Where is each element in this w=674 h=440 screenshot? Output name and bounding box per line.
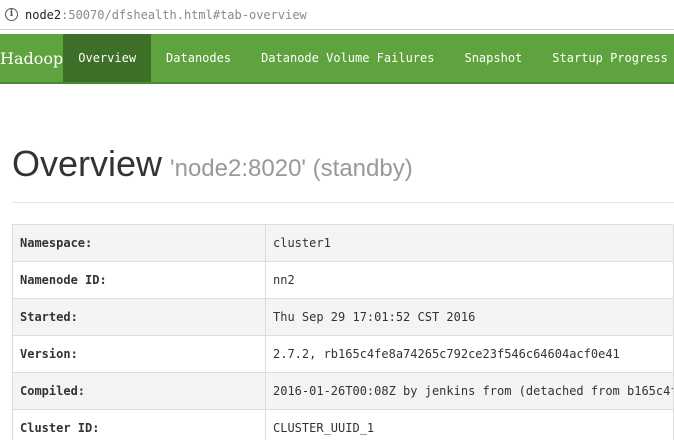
table-row: Namenode ID: nn2 bbox=[12, 261, 674, 299]
nav-snapshot[interactable]: Snapshot bbox=[449, 34, 537, 82]
row-value-version: 2.7.2, rb165c4fe8a74265c792ce23f546c6460… bbox=[265, 335, 674, 373]
row-key-version: Version: bbox=[12, 335, 266, 373]
url-host: node2 bbox=[25, 7, 62, 22]
row-key-namespace: Namespace: bbox=[12, 224, 266, 262]
table-row: Compiled: 2016-01-26T00:08Z by jenkins f… bbox=[12, 372, 674, 410]
row-value-started: Thu Sep 29 17:01:52 CST 2016 bbox=[265, 298, 674, 336]
info-icon[interactable]: i bbox=[5, 8, 18, 21]
page-header: Overview 'node2:8020' (standby) bbox=[12, 143, 674, 203]
row-value-namespace: cluster1 bbox=[265, 224, 674, 262]
row-value-cluster-id: CLUSTER_UUID_1 bbox=[265, 409, 674, 440]
nav-startup-progress[interactable]: Startup Progress bbox=[537, 34, 674, 82]
nav-datanode-volume-failures[interactable]: Datanode Volume Failures bbox=[246, 34, 449, 82]
table-row: Started: Thu Sep 29 17:01:52 CST 2016 bbox=[12, 298, 674, 336]
top-navbar: Hadoop Overview Datanodes Datanode Volum… bbox=[0, 34, 674, 84]
row-value-namenode-id: nn2 bbox=[265, 261, 674, 299]
overview-table: Namespace: cluster1 Namenode ID: nn2 Sta… bbox=[12, 224, 674, 440]
row-key-cluster-id: Cluster ID: bbox=[12, 409, 266, 440]
nav-overview[interactable]: Overview bbox=[63, 34, 152, 82]
brand-link[interactable]: Hadoop bbox=[0, 34, 63, 82]
table-row: Version: 2.7.2, rb165c4fe8a74265c792ce23… bbox=[12, 335, 674, 373]
row-value-compiled: 2016-01-26T00:08Z by jenkins from (detac… bbox=[265, 372, 674, 410]
page-subtitle: 'node2:8020' (standby) bbox=[170, 155, 413, 182]
page-title: Overview bbox=[12, 143, 163, 184]
row-key-started: Started: bbox=[12, 298, 266, 336]
row-key-namenode-id: Namenode ID: bbox=[12, 261, 266, 299]
table-row: Cluster ID: CLUSTER_UUID_1 bbox=[12, 409, 674, 440]
table-row: Namespace: cluster1 bbox=[12, 224, 674, 262]
nav-datanodes[interactable]: Datanodes bbox=[151, 34, 246, 82]
url-path: :50070/dfshealth.html#tab-overview bbox=[61, 7, 307, 22]
row-key-compiled: Compiled: bbox=[12, 372, 266, 410]
address-bar[interactable]: i node2:50070/dfshealth.html#tab-overvie… bbox=[0, 0, 674, 30]
